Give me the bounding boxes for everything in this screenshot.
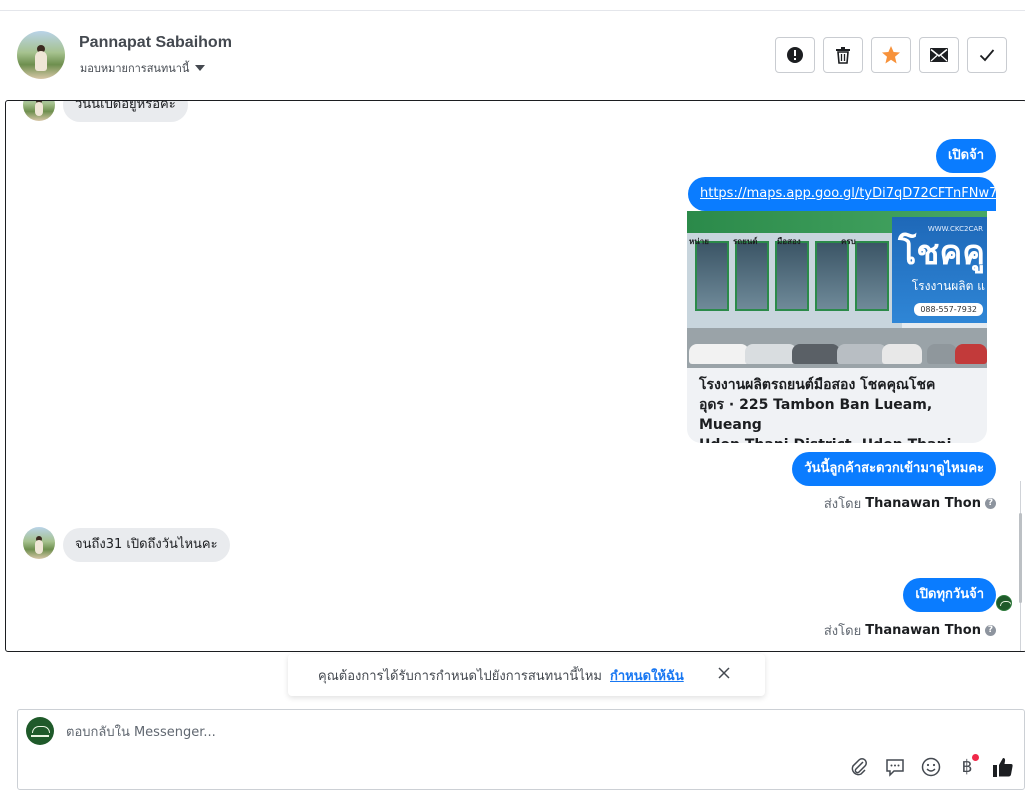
message-thread[interactable]: วันนี้เปิดอยู่หรอคะ เปิดจ้า https://maps… [5,100,1025,652]
baht-icon: ฿ [961,757,973,777]
help-icon[interactable]: ? [985,498,996,509]
spam-button[interactable] [775,37,815,73]
incoming-message[interactable]: จนถึง31 เปิดถึงวันไหนคะ [63,528,230,562]
conversation-header: Pannapat Sabaihom มอบหมายการสนทนานี้ [0,11,1025,99]
payment-button[interactable]: ฿ [956,754,979,778]
mark-done-button[interactable] [967,37,1007,73]
image-label: ครบ [841,237,856,246]
envelope-icon [930,48,948,62]
paperclip-icon [851,758,867,776]
message-composer: ฿ [17,709,1025,790]
preview-image: หน่าย รถยนต์ มือสอง ครบ WWW.CKC2CAR โชคค… [687,211,987,368]
check-icon [979,49,995,62]
notification-dot [972,754,979,761]
sender-avatar [23,101,55,121]
image-sub-text: โรงงานผลิต แ [911,279,985,293]
outgoing-message[interactable]: เปิดทุกวันจ้า [903,578,996,612]
user-avatar[interactable] [17,31,65,79]
composer-tools: ฿ [848,754,1014,778]
like-button[interactable] [992,756,1014,778]
close-icon[interactable] [717,666,731,684]
seen-avatar [996,595,1012,611]
sent-by-prefix: ส่งโดย [823,624,862,639]
preview-title-line: Udon Thani District, Udon Thani 4100… [699,435,975,443]
outgoing-message[interactable]: วันนี้ลูกค้าสะดวกเข้ามาดูไหมคะ [792,452,996,486]
saved-replies-button[interactable] [884,756,906,778]
image-label: รถยนต์ [733,237,758,246]
image-brand-text: โชคคู [898,233,985,273]
image-phone-text: 088-557-7932 [914,303,983,316]
link-preview-card[interactable]: หน่าย รถยนต์ มือสอง ครบ WWW.CKC2CAR โชคค… [687,211,987,443]
image-label: มือสอง [777,237,801,246]
incoming-message[interactable]: วันนี้เปิดอยู่หรอคะ [63,101,188,122]
speech-bubble-icon [886,759,904,777]
sender-avatar [23,527,55,559]
reply-input[interactable] [66,722,946,742]
sent-by-name[interactable]: Thanawan Thon [865,496,981,511]
top-strip [0,0,1025,11]
emoji-button[interactable] [920,756,942,778]
preview-title: โรงงานผลิตรถยนต์มือสอง โชคคุณโชค อุดร · … [687,368,987,443]
outgoing-message[interactable]: เปิดจ้า [935,139,996,173]
sent-by-label: ส่งโดย Thanawan Thon ? [824,493,996,514]
sent-by-name[interactable]: Thanawan Thon [865,623,981,638]
assign-prompt-text: คุณต้องการได้รับการกำหนดไปยังการสนทนานี้… [318,668,602,684]
image-label: หน่าย [689,237,709,246]
sent-by-label: ส่งโดย Thanawan Thon ? [824,620,996,641]
preview-title-line: โรงงานผลิตรถยนต์มือสอง โชคคุณโชค [699,377,936,393]
help-icon[interactable]: ? [985,625,996,636]
link-message[interactable]: https://maps.app.goo.gl/tyDi7qD72CFTnFNw… [688,177,996,211]
assign-prompt: คุณต้องการได้รับการกำหนดไปยังการสนทนานี้… [288,654,765,696]
emoji-icon [921,757,941,777]
sent-by-prefix: ส่งโดย [823,497,862,512]
image-url-text: WWW.CKC2CAR [927,225,983,233]
star-icon [882,46,900,64]
map-link[interactable]: https://maps.app.goo.gl/tyDi7qD72CFTnFNw… [700,186,996,201]
page-avatar [26,717,54,745]
header-actions [775,37,1007,73]
star-button[interactable] [871,37,911,73]
delete-button[interactable] [823,37,863,73]
assign-label: มอบหมายการสนทนานี้ [80,62,190,75]
thumbs-up-icon [993,758,1013,777]
exclamation-icon [787,47,803,63]
scrollbar-thumb[interactable] [1019,513,1022,603]
preview-title-line: อุดร · 225 Tambon Ban Lueam, Mueang [699,397,933,433]
assign-dropdown[interactable]: มอบหมายการสนทนานี้ [80,59,206,77]
caret-down-icon [195,65,206,71]
assign-to-me-link[interactable]: กำหนดให้ฉัน [610,665,684,686]
user-name[interactable]: Pannapat Sabaihom [79,34,232,52]
mark-unread-button[interactable] [919,37,959,73]
trash-icon [836,47,850,64]
attach-button[interactable] [848,756,870,778]
